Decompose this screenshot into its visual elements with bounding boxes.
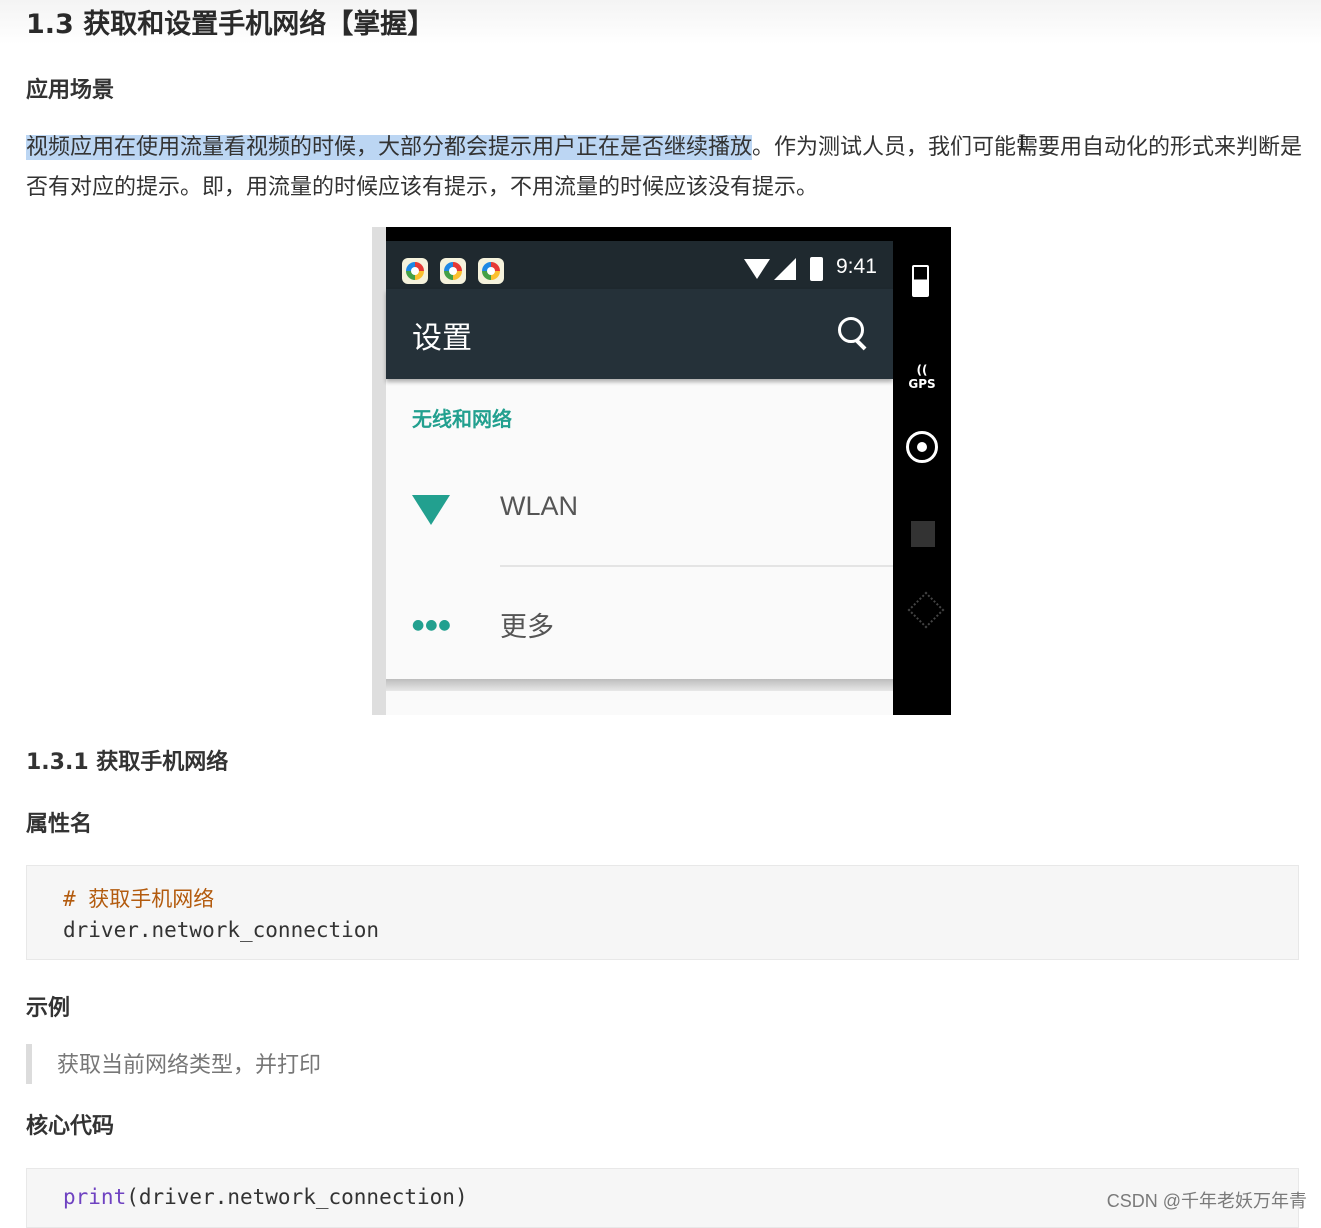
status-bar: 9:41 <box>386 227 893 289</box>
attr-name-title: 属性名 <box>26 812 93 837</box>
battery-icon[interactable] <box>912 265 929 297</box>
subsection-title: 1.3.1 获取手机网络 <box>26 750 229 775</box>
battery-icon <box>810 257 823 281</box>
gps-label: GPS <box>908 377 936 391</box>
blockquote-bar <box>26 1044 32 1084</box>
app-toolbar: 设置 <box>386 289 893 379</box>
signal-icon <box>774 258 796 280</box>
blockquote-text: 获取当前网络类型，并打印 <box>57 1053 322 1078</box>
settings-item-more[interactable]: ●●● 更多 <box>386 567 893 679</box>
more-dots-icon: ●●● <box>412 617 452 633</box>
core-code-title: 核心代码 <box>26 1114 115 1139</box>
left-strip <box>372 227 386 715</box>
code-line: driver.network_connection <box>63 918 380 942</box>
toolbar-title: 设置 <box>412 321 472 356</box>
gps-icon[interactable]: ((GPS <box>893 363 951 391</box>
app-notification-icon <box>440 258 466 284</box>
card-shadow <box>386 679 893 691</box>
app-notification-icon <box>478 258 504 284</box>
scenario-paragraph: 视频应用在使用流量看视频的时候，大部分都会提示用户正在是否继续播放。作为测试人员… <box>26 128 1311 208</box>
text-cursor-icon: I <box>1018 130 1026 154</box>
scenario-title: 应用场景 <box>26 78 115 103</box>
code-args: (driver.network_connection) <box>126 1185 468 1209</box>
search-icon[interactable] <box>838 317 864 343</box>
emulator-sidebar: ((GPS <box>893 227 951 715</box>
camera-icon[interactable] <box>906 431 938 463</box>
status-time: 9:41 <box>836 255 877 278</box>
settings-item-label: 更多 <box>500 612 554 642</box>
settings-item-wlan[interactable]: WLAN <box>386 453 893 565</box>
dpad-icon[interactable] <box>907 591 945 629</box>
code-keyword: print <box>63 1185 127 1209</box>
section-heading: 1.3 获取和设置手机网络【掌握】 <box>26 9 435 40</box>
next-card <box>386 691 893 715</box>
phone-screenshot: 9:41 设置 无线和网络 WLAN ●●● 更多 ((GPS <box>372 227 951 715</box>
wifi-status-icon <box>744 259 770 279</box>
code-block: # 获取手机网络 driver.network_connection <box>26 865 1299 960</box>
wifi-icon <box>412 495 450 525</box>
settings-item-label: WLAN <box>500 491 579 521</box>
settings-screen: 9:41 设置 无线和网络 WLAN ●●● 更多 <box>386 227 893 715</box>
watermark: CSDN @千年老妖万年青 <box>1106 1191 1307 1211</box>
clapperboard-icon[interactable] <box>911 521 935 547</box>
app-notification-icon <box>402 258 428 284</box>
code-line: print(driver.network_connection) <box>63 1185 468 1209</box>
section-header: 无线和网络 <box>412 407 512 431</box>
selected-text: 视频应用在使用流量看视频的时候，大部分都会提示用户正在是否继续播放 <box>26 135 753 160</box>
example-title: 示例 <box>26 996 71 1021</box>
code-comment: # 获取手机网络 <box>63 887 215 911</box>
